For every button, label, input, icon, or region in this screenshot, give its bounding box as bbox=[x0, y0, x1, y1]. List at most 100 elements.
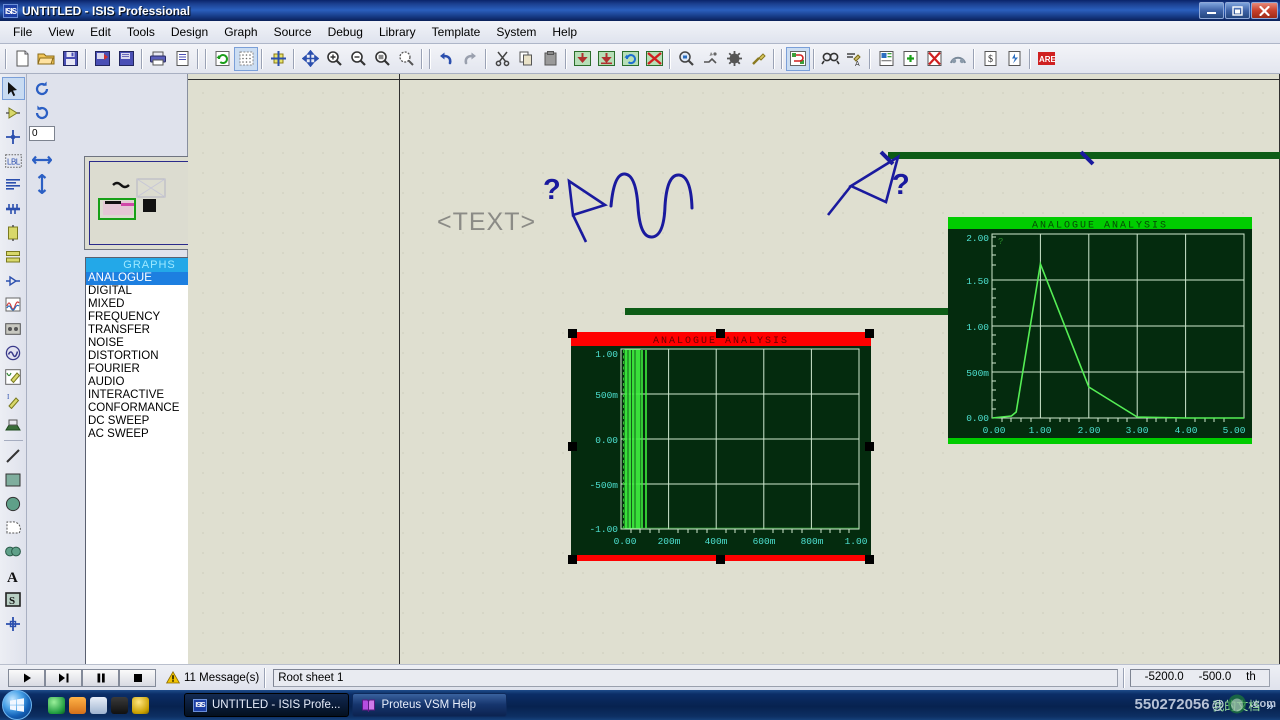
menu-system[interactable]: System bbox=[488, 22, 544, 42]
new-file-icon[interactable] bbox=[10, 47, 34, 71]
analogue-graph-unselected[interactable]: ANALOGUE ANALYSIS ? 2.00 1.50 1.00 500m … bbox=[948, 217, 1252, 444]
rotate-clockwise-icon[interactable] bbox=[31, 78, 53, 100]
box-tool-icon[interactable] bbox=[2, 468, 25, 491]
rotation-angle-input[interactable] bbox=[29, 126, 55, 141]
current-probe-icon[interactable]: I bbox=[2, 389, 25, 412]
subcircuit-icon[interactable] bbox=[2, 221, 25, 244]
ares-icon[interactable]: ARES bbox=[1034, 47, 1058, 71]
export-section-icon[interactable] bbox=[114, 47, 138, 71]
generator-icon[interactable] bbox=[2, 341, 25, 364]
media-player-icon[interactable] bbox=[69, 696, 86, 714]
menu-design[interactable]: Design bbox=[163, 22, 216, 42]
text-script-icon[interactable] bbox=[2, 173, 25, 196]
electrical-rule-check-icon[interactable] bbox=[1002, 47, 1026, 71]
remove-sheet-icon[interactable] bbox=[922, 47, 946, 71]
close-button[interactable] bbox=[1251, 2, 1278, 19]
menu-template[interactable]: Template bbox=[424, 22, 489, 42]
circle-tool-icon[interactable] bbox=[2, 492, 25, 515]
toggle-netlist-icon[interactable] bbox=[786, 46, 810, 71]
print-region-icon[interactable] bbox=[170, 47, 194, 71]
junction-dot-icon[interactable] bbox=[2, 125, 25, 148]
search-tag-icon[interactable] bbox=[818, 47, 842, 71]
step-button[interactable] bbox=[45, 668, 82, 687]
restore-button[interactable] bbox=[1225, 2, 1250, 19]
terminals-icon[interactable] bbox=[2, 245, 25, 268]
minimize-button[interactable] bbox=[1199, 2, 1224, 19]
wire-label-icon[interactable]: LBL bbox=[2, 149, 25, 172]
symbol-tool-icon[interactable]: S bbox=[2, 588, 25, 611]
device-pin-icon[interactable] bbox=[2, 269, 25, 292]
packaging-tool-icon[interactable] bbox=[722, 47, 746, 71]
zoom-out-icon[interactable] bbox=[346, 47, 370, 71]
menu-source[interactable]: Source bbox=[266, 22, 320, 42]
save-icon[interactable] bbox=[58, 47, 82, 71]
origin-icon[interactable] bbox=[266, 47, 290, 71]
penguin-icon[interactable] bbox=[111, 696, 128, 714]
windows-start-orb-icon[interactable] bbox=[2, 690, 32, 720]
import-section-icon[interactable] bbox=[90, 47, 114, 71]
refresh-display-icon[interactable] bbox=[210, 47, 234, 71]
svg-text:200m: 200m bbox=[658, 536, 681, 547]
text-tool-icon[interactable]: A bbox=[2, 564, 25, 587]
stop-button[interactable] bbox=[119, 668, 156, 687]
menu-graph[interactable]: Graph bbox=[216, 22, 265, 42]
mirror-vertical-icon[interactable] bbox=[31, 173, 53, 195]
decompose-icon[interactable] bbox=[746, 47, 770, 71]
path-tool-icon[interactable] bbox=[2, 540, 25, 563]
pause-button[interactable] bbox=[82, 668, 119, 687]
exit-sheet-icon[interactable] bbox=[946, 47, 970, 71]
paste-icon[interactable] bbox=[538, 47, 562, 71]
taskbar-item-proteus-help[interactable]: Proteus VSM Help bbox=[352, 693, 508, 717]
block-delete-icon[interactable] bbox=[642, 47, 666, 71]
power-icon[interactable] bbox=[132, 696, 149, 714]
buses-icon[interactable] bbox=[2, 197, 25, 220]
menu-tools[interactable]: Tools bbox=[119, 22, 163, 42]
toggle-grid-icon[interactable] bbox=[234, 46, 258, 71]
rotate-counterclockwise-icon[interactable] bbox=[31, 102, 53, 124]
cut-icon[interactable] bbox=[490, 47, 514, 71]
pick-device-icon[interactable] bbox=[674, 47, 698, 71]
menu-view[interactable]: View bbox=[40, 22, 82, 42]
schematic-canvas[interactable]: ? ? <TEXT> ANALOGUE ANALYSIS 1.00 500m 0… bbox=[188, 74, 1280, 664]
message-count-area[interactable]: 11 Message(s) bbox=[166, 671, 259, 684]
menu-help[interactable]: Help bbox=[544, 22, 585, 42]
block-copy-icon[interactable] bbox=[570, 47, 594, 71]
component-mode-icon[interactable] bbox=[2, 101, 25, 124]
design-explorer-icon[interactable] bbox=[874, 47, 898, 71]
magnifier-icon[interactable] bbox=[90, 696, 107, 714]
copy-icon[interactable] bbox=[514, 47, 538, 71]
undo-icon[interactable] bbox=[434, 47, 458, 71]
menu-library[interactable]: Library bbox=[371, 22, 424, 42]
mirror-horizontal-icon[interactable] bbox=[31, 149, 53, 171]
menu-file[interactable]: File bbox=[5, 22, 40, 42]
open-folder-icon[interactable] bbox=[34, 47, 58, 71]
new-sheet-icon[interactable] bbox=[898, 47, 922, 71]
pan-icon[interactable] bbox=[298, 47, 322, 71]
taskbar-item-isis[interactable]: ISIS UNTITLED - ISIS Profe... bbox=[184, 693, 350, 717]
bill-of-materials-icon[interactable]: $ bbox=[978, 47, 1002, 71]
block-rotate-icon[interactable] bbox=[618, 47, 642, 71]
menu-edit[interactable]: Edit bbox=[82, 22, 119, 42]
arc-tool-icon[interactable] bbox=[2, 516, 25, 539]
marker-tool-icon[interactable] bbox=[2, 612, 25, 635]
line-tool-icon[interactable] bbox=[2, 444, 25, 467]
block-move-icon[interactable] bbox=[594, 47, 618, 71]
voltage-probe-icon[interactable] bbox=[2, 365, 25, 388]
browser-icon[interactable] bbox=[48, 696, 65, 714]
tape-recorder-icon[interactable] bbox=[2, 317, 25, 340]
zoom-sheet-icon[interactable] bbox=[370, 47, 394, 71]
active-sheet-field[interactable]: Root sheet 1 bbox=[273, 668, 1119, 687]
print-icon[interactable] bbox=[146, 47, 170, 71]
menu-debug[interactable]: Debug bbox=[320, 22, 371, 42]
make-device-icon[interactable] bbox=[698, 47, 722, 71]
windows-taskbar: ISIS UNTITLED - ISIS Profe... Proteus VS… bbox=[0, 690, 1280, 720]
redo-icon[interactable] bbox=[458, 47, 482, 71]
zoom-area-icon[interactable] bbox=[394, 47, 418, 71]
virtual-instrument-icon[interactable] bbox=[2, 413, 25, 436]
selection-mode-icon[interactable] bbox=[1, 77, 25, 100]
property-assign-icon[interactable]: A bbox=[842, 47, 866, 71]
play-button[interactable] bbox=[8, 668, 45, 687]
graph-mode-icon[interactable] bbox=[2, 293, 25, 316]
analogue-graph-selected[interactable]: ANALOGUE ANALYSIS 1.00 500m 0.00 -500m -… bbox=[568, 329, 874, 564]
zoom-in-icon[interactable] bbox=[322, 47, 346, 71]
